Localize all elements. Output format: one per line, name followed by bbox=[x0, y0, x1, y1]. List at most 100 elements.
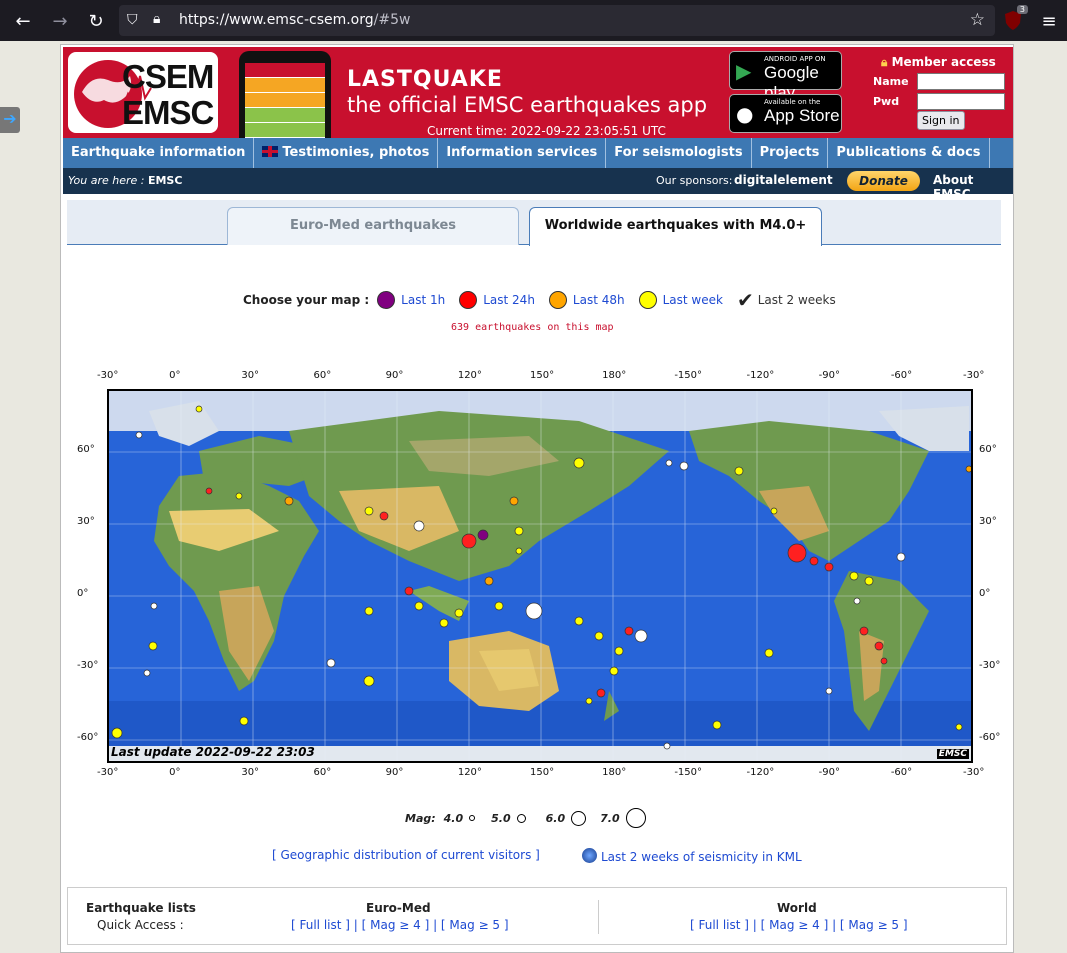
y-tick-label: 60° bbox=[979, 444, 997, 455]
x-tick-label: 60° bbox=[313, 370, 332, 381]
x-tick-label: -150° bbox=[674, 767, 703, 778]
x-tick-label: 60° bbox=[313, 767, 332, 778]
x-tick-label: -90° bbox=[818, 370, 840, 381]
menu-for-seismologists[interactable]: For seismologists bbox=[606, 138, 752, 168]
quick-access-label: Quick Access : bbox=[97, 918, 184, 932]
x-tick-label: 180° bbox=[602, 767, 627, 778]
mag-6-label: 6.0 bbox=[545, 811, 566, 825]
member-access-label: Member access bbox=[891, 55, 996, 69]
lists-divider bbox=[598, 900, 599, 934]
mag-5-circle-icon bbox=[516, 813, 526, 823]
address-bar[interactable]: ⛉ 🔒︎ https://www.emsc-csem.org/#5w ☆ bbox=[119, 5, 995, 36]
orange-dot-icon[interactable] bbox=[548, 291, 567, 309]
donate-button[interactable]: Donate bbox=[847, 171, 920, 191]
url-text[interactable]: https://www.emsc-csem.org/#5w bbox=[179, 12, 410, 28]
purple-dot-icon[interactable] bbox=[377, 291, 396, 309]
kml-link-label: Last 2 weeks of seismicity in KML bbox=[601, 850, 802, 864]
x-tick-label: 120° bbox=[457, 767, 482, 778]
breadcrumb: You are here : EMSC bbox=[68, 174, 182, 187]
y-tick-label: 0° bbox=[77, 588, 89, 599]
y-tick-label: -30° bbox=[979, 660, 1001, 671]
map-watermark: EMSC bbox=[936, 749, 969, 759]
map-chooser: Choose your map : Last 1h Last 24h Last … bbox=[243, 288, 836, 312]
tab-euromed[interactable]: Euro-Med earthquakes bbox=[227, 207, 519, 245]
breadcrumb-bar: You are here : EMSC Our sponsors: digita… bbox=[63, 168, 1013, 201]
url-host: https://www.emsc-csem.org bbox=[179, 12, 374, 28]
x-tick-label: 90° bbox=[385, 767, 404, 778]
current-time: Current time: 2022-09-22 23:05:51 UTC bbox=[427, 124, 666, 138]
apple-icon: ● bbox=[736, 102, 754, 126]
lock-icon[interactable]: 🔒︎ bbox=[153, 11, 160, 27]
shield-icon[interactable]: ⛉ bbox=[127, 12, 138, 28]
checkmark-icon[interactable]: ✔ bbox=[737, 288, 754, 312]
mag-6-circle-icon bbox=[571, 810, 587, 826]
mag-4-label: 4.0 bbox=[443, 811, 464, 825]
x-tick-label: 120° bbox=[457, 370, 482, 381]
x-tick-label: 90° bbox=[385, 370, 404, 381]
ublock-extension-icon[interactable]: 3 bbox=[1002, 5, 1028, 31]
menu-earthquake-information[interactable]: Earthquake information bbox=[63, 138, 255, 168]
menu-testimonies-label: Testimonies, photos bbox=[282, 145, 430, 160]
world-seismicity-map[interactable]: Last update 2022-09-22 23:03 EMSC bbox=[107, 389, 973, 763]
magnitude-legend: Mag: 4.0 5.0 6.0 7.0 bbox=[405, 808, 656, 828]
x-tick-label: -120° bbox=[746, 370, 775, 381]
app-title: LASTQUAKE bbox=[347, 67, 503, 92]
last-2-weeks-selected: Last 2 weeks bbox=[757, 293, 836, 307]
last-update-label: Last update 2022-09-22 23:03 bbox=[111, 745, 315, 759]
sign-in-button[interactable]: Sign in bbox=[917, 111, 965, 130]
earthquake-lists-title: Earthquake lists bbox=[86, 901, 196, 915]
x-tick-label: -30° bbox=[963, 370, 985, 381]
map-graphic bbox=[109, 391, 971, 761]
mag-label: Mag: bbox=[405, 811, 436, 825]
x-tick-label: -30° bbox=[963, 767, 985, 778]
reload-icon[interactable]: ↻ bbox=[83, 8, 109, 34]
x-tick-label: -30° bbox=[97, 767, 119, 778]
google-play-button[interactable]: ▶ ANDROID APP ON Google play bbox=[729, 51, 842, 102]
y-tick-label: -60° bbox=[979, 732, 1001, 743]
hamburger-menu-icon[interactable]: ≡ bbox=[1036, 8, 1062, 34]
you-are-here-label: You are here : bbox=[68, 174, 145, 187]
password-input[interactable] bbox=[917, 93, 1005, 110]
yellow-dot-icon[interactable] bbox=[638, 291, 657, 309]
earthquake-count: 639 earthquakes on this map bbox=[451, 322, 614, 333]
last-24h-link[interactable]: Last 24h bbox=[483, 293, 535, 307]
member-access-title: 🔒︎ Member access bbox=[881, 55, 996, 70]
x-tick-label: -60° bbox=[890, 767, 913, 778]
x-tick-label: 30° bbox=[241, 767, 260, 778]
globe-icon bbox=[582, 848, 597, 863]
mag-4-circle-icon bbox=[469, 815, 476, 821]
last-48h-link[interactable]: Last 48h bbox=[573, 293, 625, 307]
x-tick-label: -120° bbox=[746, 767, 775, 778]
breadcrumb-emsc[interactable]: EMSC bbox=[148, 174, 182, 187]
pwd-label: Pwd bbox=[873, 95, 900, 108]
google-play-icon: ▶ bbox=[736, 59, 752, 83]
about-emsc-link[interactable]: About EMSC bbox=[933, 173, 1013, 201]
bookmark-star-icon[interactable]: ☆ bbox=[970, 10, 985, 30]
forward-icon[interactable]: → bbox=[47, 8, 73, 34]
name-input[interactable] bbox=[917, 73, 1005, 90]
sponsor-link[interactable]: digitalelement bbox=[734, 173, 833, 187]
menu-projects[interactable]: Projects bbox=[752, 138, 829, 168]
kml-link[interactable]: Last 2 weeks of seismicity in KML bbox=[582, 848, 802, 864]
menu-testimonies[interactable]: Testimonies, photos bbox=[254, 138, 439, 168]
app-subtitle: the official EMSC earthquakes app bbox=[347, 93, 708, 117]
csem-emsc-logo[interactable]: CSEM EMSC bbox=[68, 52, 218, 133]
last-1h-link[interactable]: Last 1h bbox=[401, 293, 445, 307]
logo-text-top: CSEM bbox=[122, 58, 214, 95]
browser-toolbar: ← → ↻ ⛉ 🔒︎ https://www.emsc-csem.org/#5w… bbox=[0, 0, 1067, 41]
visitors-link[interactable]: [ Geographic distribution of current vis… bbox=[272, 848, 540, 862]
world-quick-links[interactable]: [ Full list ] | [ Mag ≥ 4 ] | [ Mag ≥ 5 … bbox=[690, 918, 908, 932]
menu-publications[interactable]: Publications & docs bbox=[828, 138, 990, 168]
menu-information-services[interactable]: Information services bbox=[438, 138, 607, 168]
euromed-quick-links[interactable]: [ Full list ] | [ Mag ≥ 4 ] | [ Mag ≥ 5 … bbox=[291, 918, 509, 932]
last-week-link[interactable]: Last week bbox=[663, 293, 723, 307]
world-heading: World bbox=[777, 901, 817, 915]
padlock-icon: 🔒︎ bbox=[881, 55, 888, 69]
mag-7-circle-icon bbox=[625, 808, 646, 828]
app-store-button[interactable]: ● Available on the App Store bbox=[729, 94, 842, 133]
sidebar-arrow-icon[interactable]: ➔ bbox=[0, 107, 20, 133]
y-tick-label: 60° bbox=[77, 444, 95, 455]
back-icon[interactable]: ← bbox=[10, 8, 36, 34]
tab-worldwide[interactable]: Worldwide earthquakes with M4.0+ bbox=[529, 207, 822, 246]
red-dot-icon[interactable] bbox=[459, 291, 478, 309]
